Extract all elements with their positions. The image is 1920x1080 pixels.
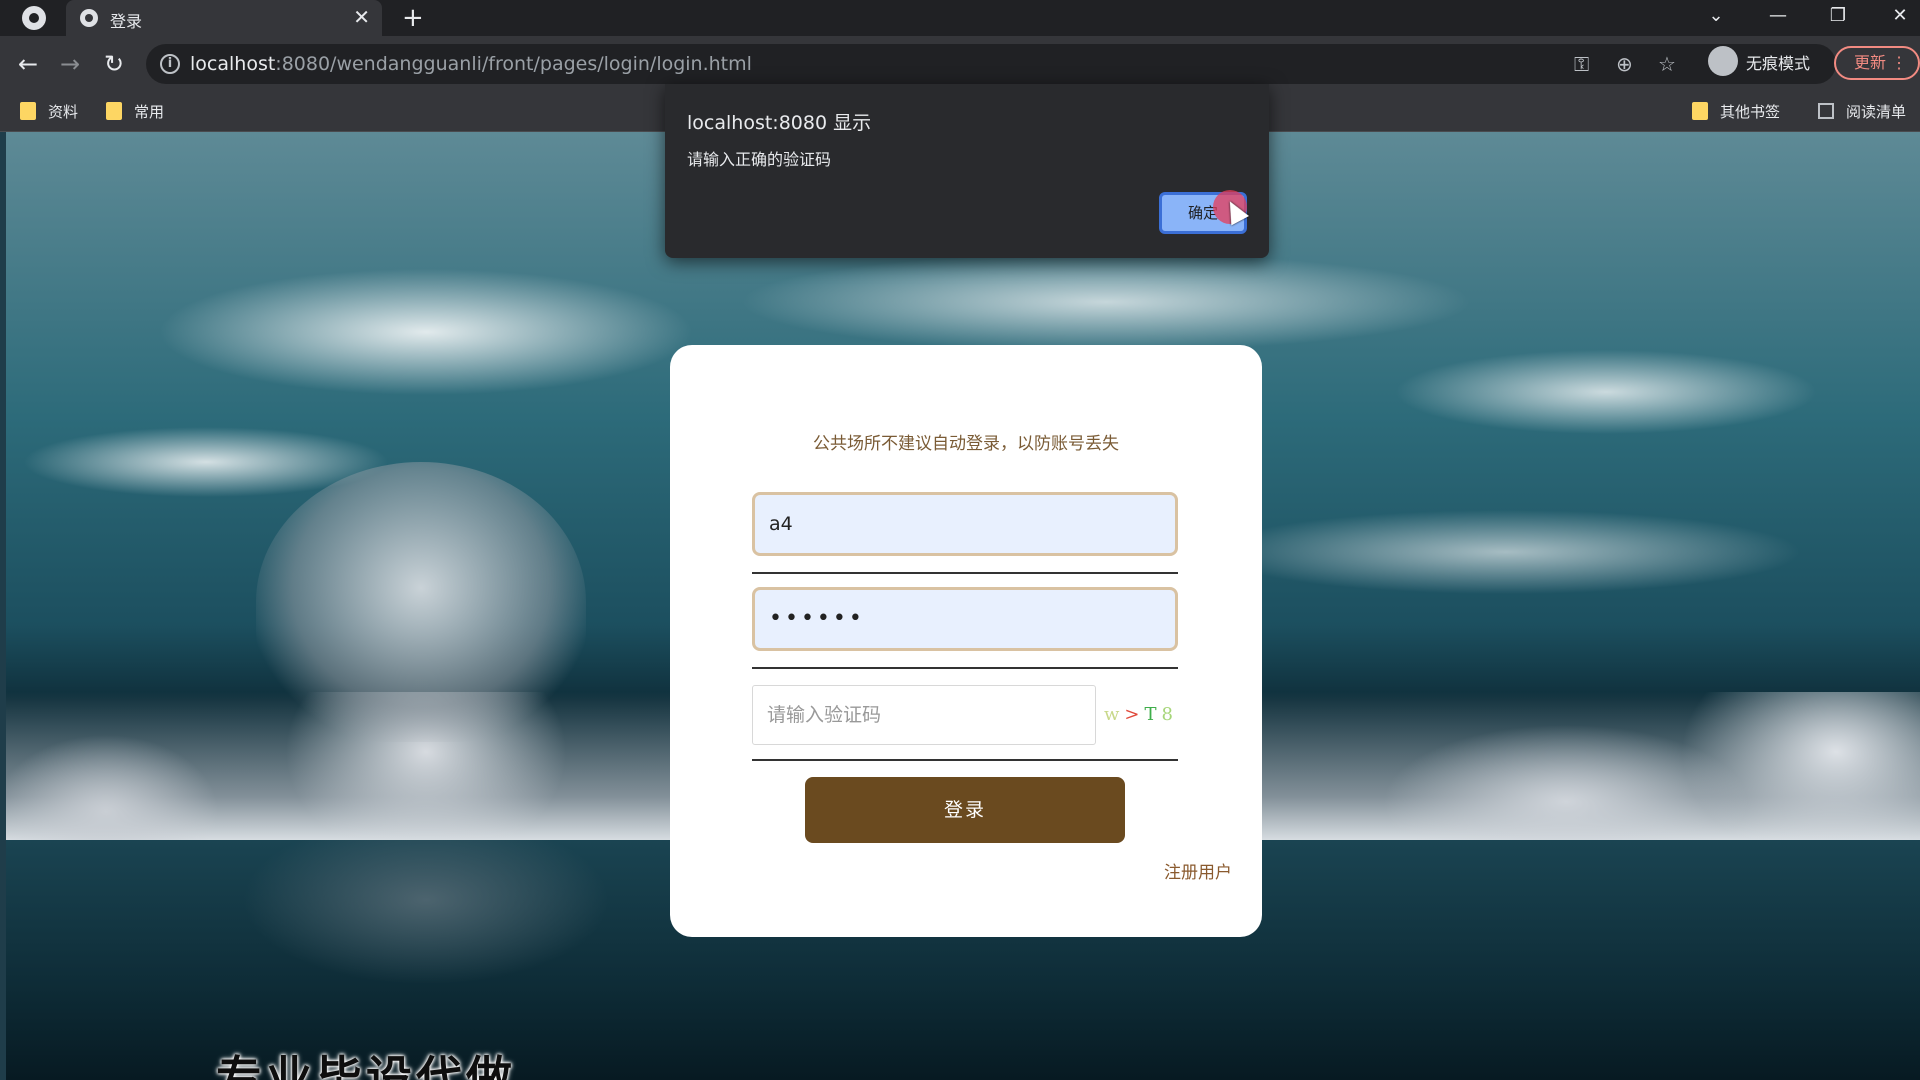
browser-logo-icon	[22, 6, 46, 30]
incognito-icon	[1708, 46, 1738, 76]
dialog-message: 请输入正确的验证码	[687, 150, 832, 169]
folder-icon	[20, 102, 36, 120]
url-text[interactable]: localhost:8080/wendangguanli/front/pages…	[190, 53, 752, 75]
active-tab[interactable]: 登录 ✕	[66, 0, 382, 36]
login-card: 公共场所不建议自动登录，以防账号丢失 •••••• w>T8 登录 注册用户	[670, 345, 1262, 937]
username-input[interactable]	[752, 492, 1178, 556]
folder-icon	[106, 102, 122, 120]
bookmark-folder[interactable]: 常用	[106, 102, 164, 122]
restore-button[interactable]: ❐	[1824, 4, 1852, 28]
zoom-icon[interactable]: ⊕	[1616, 52, 1633, 76]
alert-dialog: localhost:8080 显示 请输入正确的验证码 确定	[665, 84, 1269, 258]
bookmark-star-icon[interactable]: ☆	[1658, 52, 1676, 76]
login-button[interactable]: 登录	[805, 777, 1125, 843]
close-window-button[interactable]: ✕	[1886, 4, 1914, 28]
password-input[interactable]: ••••••	[752, 587, 1178, 651]
forward-arrow-icon[interactable]: →	[56, 50, 84, 78]
new-tab-button[interactable]: +	[402, 3, 424, 33]
tab-close-icon[interactable]: ✕	[353, 5, 370, 29]
minimize-button[interactable]: —	[1764, 4, 1792, 28]
video-overlay-text: 专业毕设代做	[216, 1051, 516, 1080]
captcha-char: >	[1124, 704, 1140, 725]
key-icon[interactable]: ⚿	[1574, 52, 1589, 76]
page-background: 专业毕设代做 公共场所不建议自动登录，以防账号丢失 •••••• w>T8 登录…	[6, 132, 1920, 1080]
other-bookmarks[interactable]: 其他书签	[1692, 102, 1780, 122]
username-underline	[752, 572, 1178, 574]
captcha-char: 8	[1161, 704, 1173, 725]
frosted-tree	[256, 462, 586, 742]
address-bar[interactable]: i localhost:8080/wendangguanli/front/pag…	[146, 44, 1836, 84]
folder-icon	[1692, 102, 1708, 120]
back-arrow-icon[interactable]: ←	[14, 50, 42, 78]
captcha-image[interactable]: w > T 8	[1104, 701, 1184, 729]
tab-search-chevron-icon[interactable]: ⌄	[1702, 4, 1730, 28]
login-notice: 公共场所不建议自动登录，以防账号丢失	[813, 434, 1119, 454]
reload-icon[interactable]: ↻	[100, 50, 128, 78]
captcha-char: T	[1144, 704, 1157, 725]
site-info-icon[interactable]: i	[160, 54, 180, 74]
password-underline	[752, 667, 1178, 669]
reading-list[interactable]: 阅读清单	[1818, 102, 1906, 122]
captcha-input[interactable]	[752, 685, 1096, 745]
incognito-label: 无痕模式	[1746, 54, 1811, 73]
update-label: 更新	[1854, 53, 1887, 72]
register-link[interactable]: 注册用户	[1164, 858, 1232, 883]
dialog-title: localhost:8080 显示	[687, 112, 872, 134]
captcha-char: w	[1104, 704, 1120, 725]
browser-tab-strip: 登录 ✕ + ⌄ — ❐ ✕	[0, 0, 1920, 36]
update-button[interactable]: 更新 ⋮	[1834, 46, 1920, 80]
tab-title: 登录	[110, 12, 143, 31]
captcha-underline	[752, 759, 1178, 761]
globe-icon	[80, 9, 98, 27]
bookmark-folder[interactable]: 资料	[20, 102, 78, 122]
reading-list-icon	[1818, 103, 1834, 119]
